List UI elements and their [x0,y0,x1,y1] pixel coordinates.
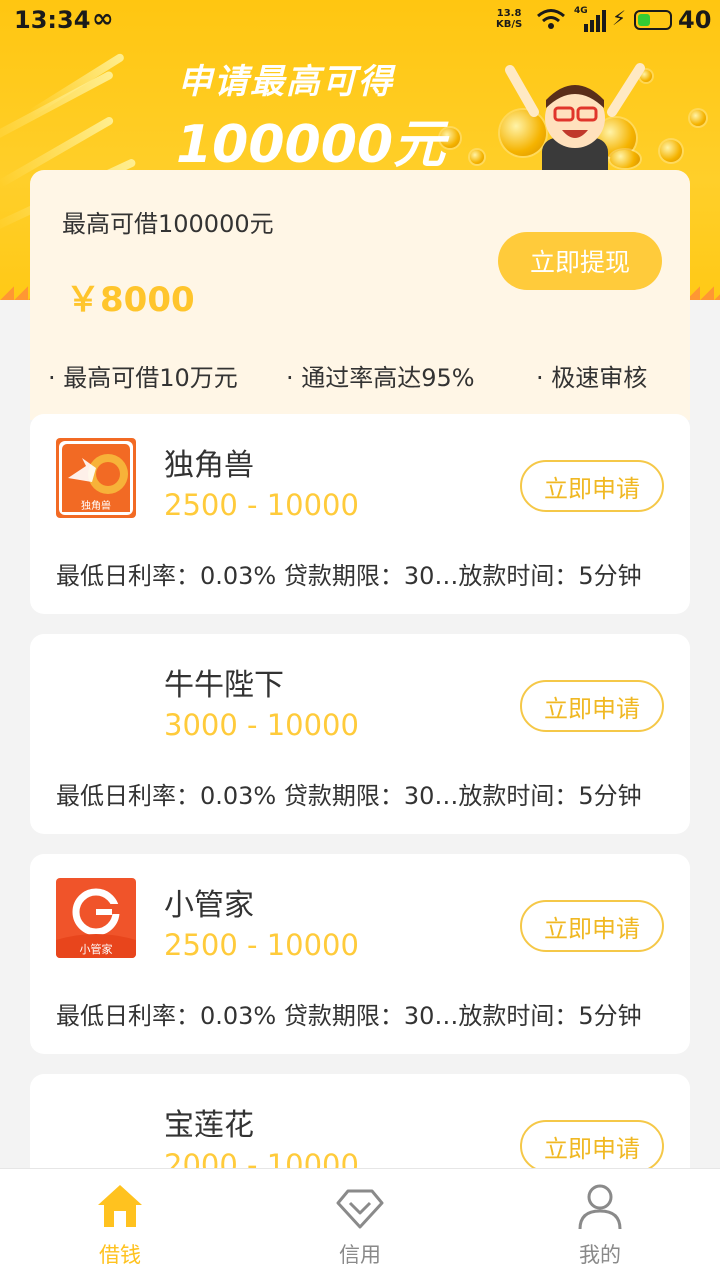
butler-logo-icon: 小管家 [56,878,136,958]
product-terms: 最低日利率：0.03% 贷款期限：30…放款时间：5分钟 [56,782,642,810]
home-icon [98,1185,142,1227]
apply-button[interactable]: 立即申请 [520,1120,664,1172]
network-speed: 13.8 KB/S [496,8,522,30]
infinity-icon: ∞ [92,4,114,34]
summary-card: 最高可借100000元 ￥8000 立即提现 · 最高可借10万元 · 通过率高… [30,170,690,420]
feature-approval-rate: · 通过率高达95% [286,364,475,392]
unicorn-logo-icon: 独角兽 [56,438,136,518]
tab-credit[interactable]: 信用 [240,1169,480,1280]
product-terms: 最低日利率：0.03% 贷款期限：30…放款时间：5分钟 [56,1002,642,1030]
available-amount: ￥8000 [66,280,195,320]
product-name: 牛牛陛下 [164,668,284,703]
status-time: 13:34 [14,6,91,34]
feature-fast-review: · 极速审核 [536,364,648,392]
banner-headline: 申请最高可得 [178,62,394,102]
banner-amount: 100000元 [176,115,446,175]
tab-label: 借钱 [99,1243,141,1267]
product-name: 独角兽 [164,448,254,483]
wifi-icon [537,9,565,29]
product-card[interactable]: 牛牛陛下 3000 - 10000 立即申请 最低日利率：0.03% 贷款期限：… [30,634,690,834]
network-speed-value: 13.8 [496,8,522,19]
tab-mine[interactable]: 我的 [480,1169,720,1280]
bottom-tab-bar: 借钱 信用 我的 [0,1168,720,1280]
butler-logo-text: 小管家 [80,942,113,956]
product-name: 小管家 [164,888,254,923]
tab-borrow[interactable]: 借钱 [0,1169,240,1280]
battery-level: 40 [678,6,712,34]
signal-icon [584,10,606,32]
status-bar: 13:34 ∞ 13.8 KB/S 4G ⚡ 40 [0,0,720,40]
user-icon [578,1184,622,1230]
product-terms: 最低日利率：0.03% 贷款期限：30…放款时间：5分钟 [56,562,642,590]
apply-button[interactable]: 立即申请 [520,460,664,512]
product-name: 宝莲花 [164,1108,254,1143]
product-card[interactable]: 小管家 小管家 2500 - 10000 立即申请 最低日利率：0.03% 贷款… [30,854,690,1054]
product-range: 2500 - 10000 [164,488,359,522]
withdraw-button[interactable]: 立即提现 [498,232,662,290]
unicorn-logo-text: 独角兽 [81,499,111,512]
charging-icon: ⚡ [612,6,627,30]
apply-button[interactable]: 立即申请 [520,680,664,732]
apply-button[interactable]: 立即申请 [520,900,664,952]
network-speed-unit: KB/S [496,19,523,30]
battery-icon [634,10,672,30]
max-borrow-text: 最高可借100000元 [62,210,274,238]
tab-label: 我的 [579,1243,621,1267]
product-card[interactable]: 独角兽 独角兽 2500 - 10000 立即申请 最低日利率：0.03% 贷款… [30,414,690,614]
product-range: 2500 - 10000 [164,928,359,962]
tab-label: 信用 [339,1243,381,1267]
product-range: 3000 - 10000 [164,708,359,742]
diamond-icon [336,1189,384,1229]
feature-max-amount: · 最高可借10万元 [48,364,238,392]
